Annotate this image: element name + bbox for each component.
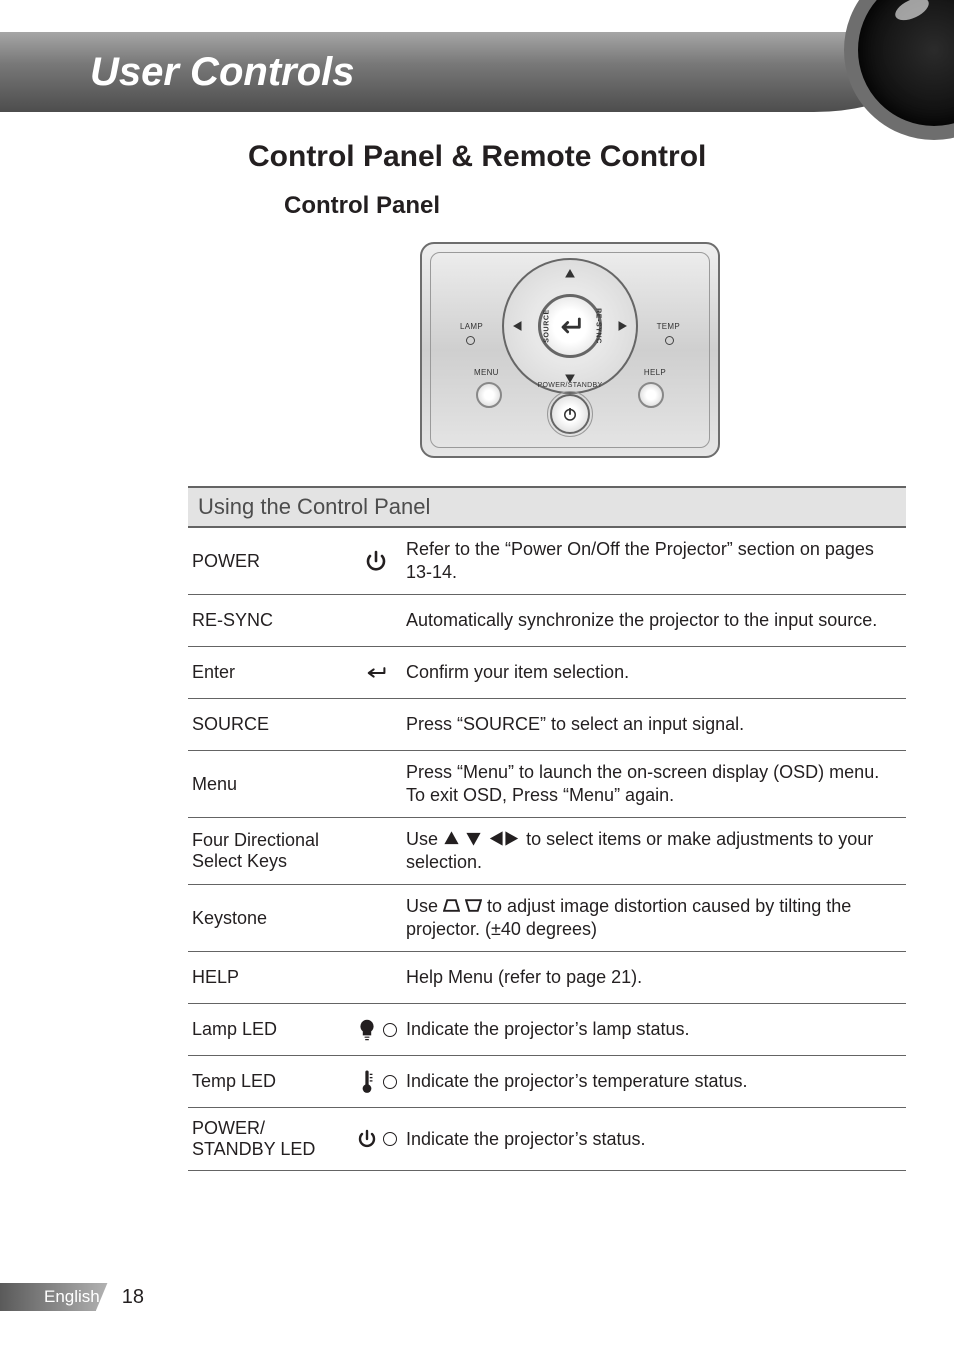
- row-desc: Indicate the projector’s status.: [406, 1128, 902, 1151]
- row-desc: Help Menu (refer to page 21).: [406, 966, 902, 989]
- device-menu-label: MENU: [474, 368, 499, 377]
- lens-decor: [844, 0, 954, 140]
- row-label: RE-SYNC: [192, 610, 346, 631]
- device-nav-wheel: SOURCE RE-SYNC: [502, 258, 638, 394]
- table-row: SOURCE Press “SOURCE” to select an input…: [188, 699, 906, 751]
- row-desc: Use to select items or make adjustments …: [406, 828, 902, 874]
- device-help-label: HELP: [644, 368, 666, 377]
- device-menu-button-icon: [476, 382, 502, 408]
- row-label: POWER: [192, 551, 346, 572]
- device-temp-label: TEMP: [657, 322, 680, 331]
- table-heading: Using the Control Panel: [188, 488, 906, 528]
- row-label: Enter: [192, 662, 346, 683]
- arrow-up-icon: [443, 829, 460, 849]
- arrow-up-icon: [565, 266, 575, 276]
- arrow-right-icon: [504, 829, 521, 849]
- device-lamp-label: LAMP: [460, 322, 483, 331]
- power-led-icon: [355, 1127, 397, 1151]
- row-label: SOURCE: [192, 714, 346, 735]
- device-power-label: POWER/STANDBY: [538, 382, 603, 389]
- control-panel-table: Using the Control Panel POWER Refer to t…: [188, 486, 906, 1171]
- table-row: Keystone Use to adjust image distortion …: [188, 885, 906, 952]
- table-row: Lamp LED Indicate the projector’s lamp s…: [188, 1004, 906, 1056]
- table-row: RE-SYNC Automatically synchronize the pr…: [188, 595, 906, 647]
- footer-lang: English: [44, 1287, 100, 1307]
- row-label: Lamp LED: [192, 1019, 346, 1040]
- row-desc: Refer to the “Power On/Off the Projector…: [406, 538, 902, 584]
- page-footer: English 18: [0, 1280, 200, 1314]
- device-resync-label: RE-SYNC: [595, 308, 602, 344]
- row-desc: Indicate the projector’s lamp status.: [406, 1018, 902, 1041]
- arrow-right-icon: [620, 321, 630, 331]
- enter-icon: [364, 661, 388, 685]
- footer-page-number: 18: [122, 1286, 144, 1309]
- row-label: Menu: [192, 774, 346, 795]
- arrow-down-icon: [465, 829, 482, 849]
- power-icon: [364, 549, 388, 573]
- row-label: Keystone: [192, 908, 346, 929]
- lamp-led-icon: [355, 1018, 397, 1042]
- keystone-narrow-top-icon: [443, 896, 460, 916]
- section-title: Control Panel: [284, 192, 906, 220]
- row-desc: Indicate the projector’s temperature sta…: [406, 1070, 902, 1093]
- arrow-down-icon: [565, 376, 575, 386]
- device-temp-led-icon: [665, 336, 674, 345]
- row-label: POWER/ STANDBY LED: [192, 1118, 346, 1160]
- product-illustration: LAMP TEMP SOURCE RE-SYNC MENU: [420, 242, 906, 458]
- table-row: Menu Press “Menu” to launch the on-scree…: [188, 751, 906, 818]
- temp-led-icon: [355, 1070, 397, 1094]
- table-row: Four Directional Select Keys Use to sele…: [188, 818, 906, 885]
- keystone-narrow-bottom-icon: [465, 896, 482, 916]
- page-title: Control Panel & Remote Control: [248, 140, 906, 174]
- table-heading-text: Using the Control Panel: [198, 494, 430, 519]
- row-desc: Confirm your item selection.: [406, 661, 902, 684]
- table-row: HELP Help Menu (refer to page 21).: [188, 952, 906, 1004]
- arrow-left-icon: [487, 829, 504, 849]
- table-row: POWER Refer to the “Power On/Off the Pro…: [188, 528, 906, 595]
- row-desc: Press “SOURCE” to select an input signal…: [406, 713, 902, 736]
- table-row: POWER/ STANDBY LED Indicate the projecto…: [188, 1108, 906, 1171]
- device-power-button-icon: [550, 394, 590, 434]
- table-row: Temp LED Indicate the projector’s temper…: [188, 1056, 906, 1108]
- row-desc: Automatically synchronize the projector …: [406, 609, 902, 632]
- row-desc: Use to adjust image distortion caused by…: [406, 895, 902, 941]
- row-label: Four Directional Select Keys: [192, 830, 346, 872]
- arrow-left-icon: [510, 321, 520, 331]
- row-label: HELP: [192, 967, 346, 988]
- row-label: Temp LED: [192, 1071, 346, 1092]
- device-source-label: SOURCE: [543, 309, 550, 343]
- table-row: Enter Confirm your item selection.: [188, 647, 906, 699]
- row-desc: Press “Menu” to launch the on-screen dis…: [406, 761, 902, 807]
- device-help-button-icon: [638, 382, 664, 408]
- banner-title: User Controls: [90, 50, 355, 95]
- section-banner: User Controls: [0, 32, 954, 112]
- device-enter-button-icon: [538, 294, 602, 358]
- device-lamp-led-icon: [466, 336, 475, 345]
